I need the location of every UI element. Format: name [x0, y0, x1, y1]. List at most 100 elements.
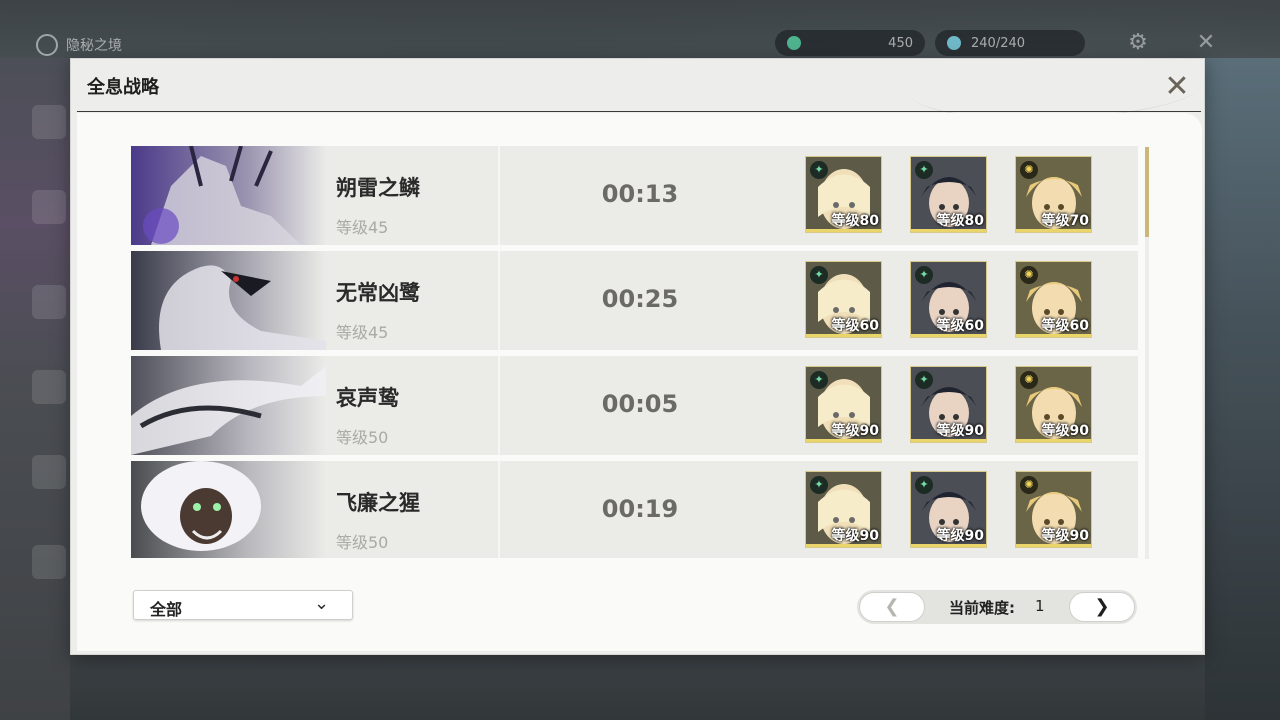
team-member-level: 等级90 — [936, 528, 984, 544]
background-right — [1205, 58, 1280, 720]
boss-name: 朔雷之鳞 — [336, 176, 420, 200]
dialog-title: 全息战略 — [87, 77, 159, 98]
hud-resource-1[interactable]: 450 — [775, 30, 925, 56]
spectro-icon: ✺ — [1020, 266, 1038, 284]
spectro-icon: ✺ — [1020, 161, 1038, 179]
background-top — [0, 0, 1280, 58]
aero-icon: ✦ — [810, 371, 828, 389]
side-menu-icon[interactable] — [32, 285, 66, 319]
team-member-2[interactable]: ✦ 等级90 — [910, 366, 987, 443]
team-member-2[interactable]: ✦ 等级80 — [910, 156, 987, 233]
hud-resource-2[interactable]: 240/240 — [935, 30, 1085, 56]
background-bottom — [70, 655, 1205, 720]
hud-close-icon[interactable]: ✕ — [1193, 30, 1219, 56]
clear-time: 00:19 — [601, 495, 679, 523]
boss-level: 等级45 — [336, 323, 389, 342]
rarity-bar — [1016, 439, 1091, 442]
team-member-level: 等级90 — [1041, 528, 1089, 544]
filter-dropdown[interactable]: 全部 ⌄ — [133, 590, 353, 620]
team-member-1[interactable]: ✦ 等级90 — [805, 471, 882, 548]
boss-portrait — [131, 146, 326, 245]
team-member-1[interactable]: ✦ 等级80 — [805, 156, 882, 233]
boss-level: 等级50 — [336, 533, 389, 552]
filter-selected: 全部 — [150, 600, 183, 619]
chevron-down-icon: ⌄ — [314, 593, 330, 614]
spectro-icon: ✺ — [1020, 371, 1038, 389]
hud-back-label: 隐秘之境 — [66, 38, 122, 54]
rarity-bar — [806, 439, 881, 442]
team-member-2[interactable]: ✦ 等级90 — [910, 471, 987, 548]
difficulty-label: 当前难度: — [949, 599, 1015, 617]
close-icon[interactable]: ✕ — [1161, 71, 1193, 103]
rarity-bar — [911, 229, 986, 232]
rarity-bar — [806, 544, 881, 547]
team-member-3[interactable]: ✺ 等级90 — [1015, 366, 1092, 443]
team-member-level: 等级90 — [831, 423, 879, 439]
rarity-bar — [911, 439, 986, 442]
rarity-bar — [1016, 229, 1091, 232]
aero-icon: ✦ — [915, 266, 933, 284]
boss-record-list[interactable]: 朔雷之鳞 等级45 00:13 ✦ 等级80 ✦ 等级80 ✺ 等级70 无常凶… — [131, 146, 1141, 558]
rarity-bar — [1016, 544, 1091, 547]
clear-time: 00:05 — [601, 390, 679, 418]
team-member-2[interactable]: ✦ 等级60 — [910, 261, 987, 338]
team-member-3[interactable]: ✺ 等级70 — [1015, 156, 1092, 233]
aero-icon: ✦ — [810, 266, 828, 284]
back-icon — [36, 34, 58, 56]
rarity-bar — [1016, 334, 1091, 337]
side-menu-icon[interactable] — [32, 370, 66, 404]
aero-icon: ✦ — [810, 161, 828, 179]
team-member-level: 等级90 — [831, 528, 879, 544]
rarity-bar — [806, 229, 881, 232]
aero-icon: ✦ — [915, 161, 933, 179]
side-menu-icon[interactable] — [32, 105, 66, 139]
boss-name: 飞廉之猩 — [336, 491, 420, 515]
holographic-strategy-dialog: 全息战略 ✕ 朔雷之鳞 等级45 00:13 ✦ 等级80 ✦ 等级80 ✺ 等… — [70, 58, 1205, 655]
prev-difficulty-button[interactable]: ❮ — [859, 592, 925, 622]
boss-portrait — [131, 461, 326, 558]
settings-icon[interactable]: ⚙ — [1125, 30, 1151, 56]
boss-level: 等级50 — [336, 428, 389, 447]
side-menu-icon[interactable] — [32, 545, 66, 579]
boss-row[interactable]: 哀声鸷 等级50 00:05 ✦ 等级90 ✦ 等级90 ✺ 等级90 — [131, 356, 1138, 455]
team-member-level: 等级90 — [1041, 423, 1089, 439]
team-member-3[interactable]: ✺ 等级90 — [1015, 471, 1092, 548]
boss-portrait — [131, 251, 326, 350]
boss-level: 等级45 — [336, 218, 389, 237]
hud-resource-2-value: 240/240 — [971, 35, 1026, 51]
aero-icon: ✦ — [915, 476, 933, 494]
spectro-icon: ✺ — [1020, 476, 1038, 494]
resource-icon — [787, 36, 801, 50]
side-menu-icon[interactable] — [32, 455, 66, 489]
aero-icon: ✦ — [810, 476, 828, 494]
team-member-3[interactable]: ✺ 等级60 — [1015, 261, 1092, 338]
decorative-arc — [911, 59, 1201, 119]
boss-portrait — [131, 356, 326, 455]
rarity-bar — [911, 334, 986, 337]
clear-time: 00:25 — [601, 285, 679, 313]
team-member-level: 等级70 — [1041, 213, 1089, 229]
team-member-1[interactable]: ✦ 等级90 — [805, 366, 882, 443]
next-difficulty-button[interactable]: ❯ — [1069, 592, 1135, 622]
boss-name: 无常凶鹭 — [336, 281, 420, 305]
boss-row[interactable]: 无常凶鹭 等级45 00:25 ✦ 等级60 ✦ 等级60 ✺ 等级60 — [131, 251, 1138, 350]
scrollbar-thumb[interactable] — [1145, 147, 1149, 237]
difficulty-pager: ❮ 当前难度: 1 ❯ — [857, 590, 1137, 624]
rarity-bar — [806, 334, 881, 337]
team-member-level: 等级60 — [1041, 318, 1089, 334]
boss-name: 哀声鸷 — [336, 386, 399, 410]
difficulty-value: 1 — [1035, 597, 1045, 615]
hud-resource-1-value: 450 — [888, 35, 913, 51]
team-member-level: 等级60 — [831, 318, 879, 334]
team-member-1[interactable]: ✦ 等级60 — [805, 261, 882, 338]
side-menu-icon[interactable] — [32, 190, 66, 224]
clear-time: 00:13 — [601, 180, 679, 208]
team-member-level: 等级60 — [936, 318, 984, 334]
boss-row[interactable]: 飞廉之猩 等级50 00:19 ✦ 等级90 ✦ 等级90 ✺ 等级90 — [131, 461, 1138, 558]
team-member-level: 等级90 — [936, 423, 984, 439]
hud-back-button[interactable]: 隐秘之境 — [36, 34, 122, 56]
title-divider — [77, 111, 1201, 112]
aero-icon: ✦ — [915, 371, 933, 389]
team-member-level: 等级80 — [831, 213, 879, 229]
boss-row[interactable]: 朔雷之鳞 等级45 00:13 ✦ 等级80 ✦ 等级80 ✺ 等级70 — [131, 146, 1138, 245]
